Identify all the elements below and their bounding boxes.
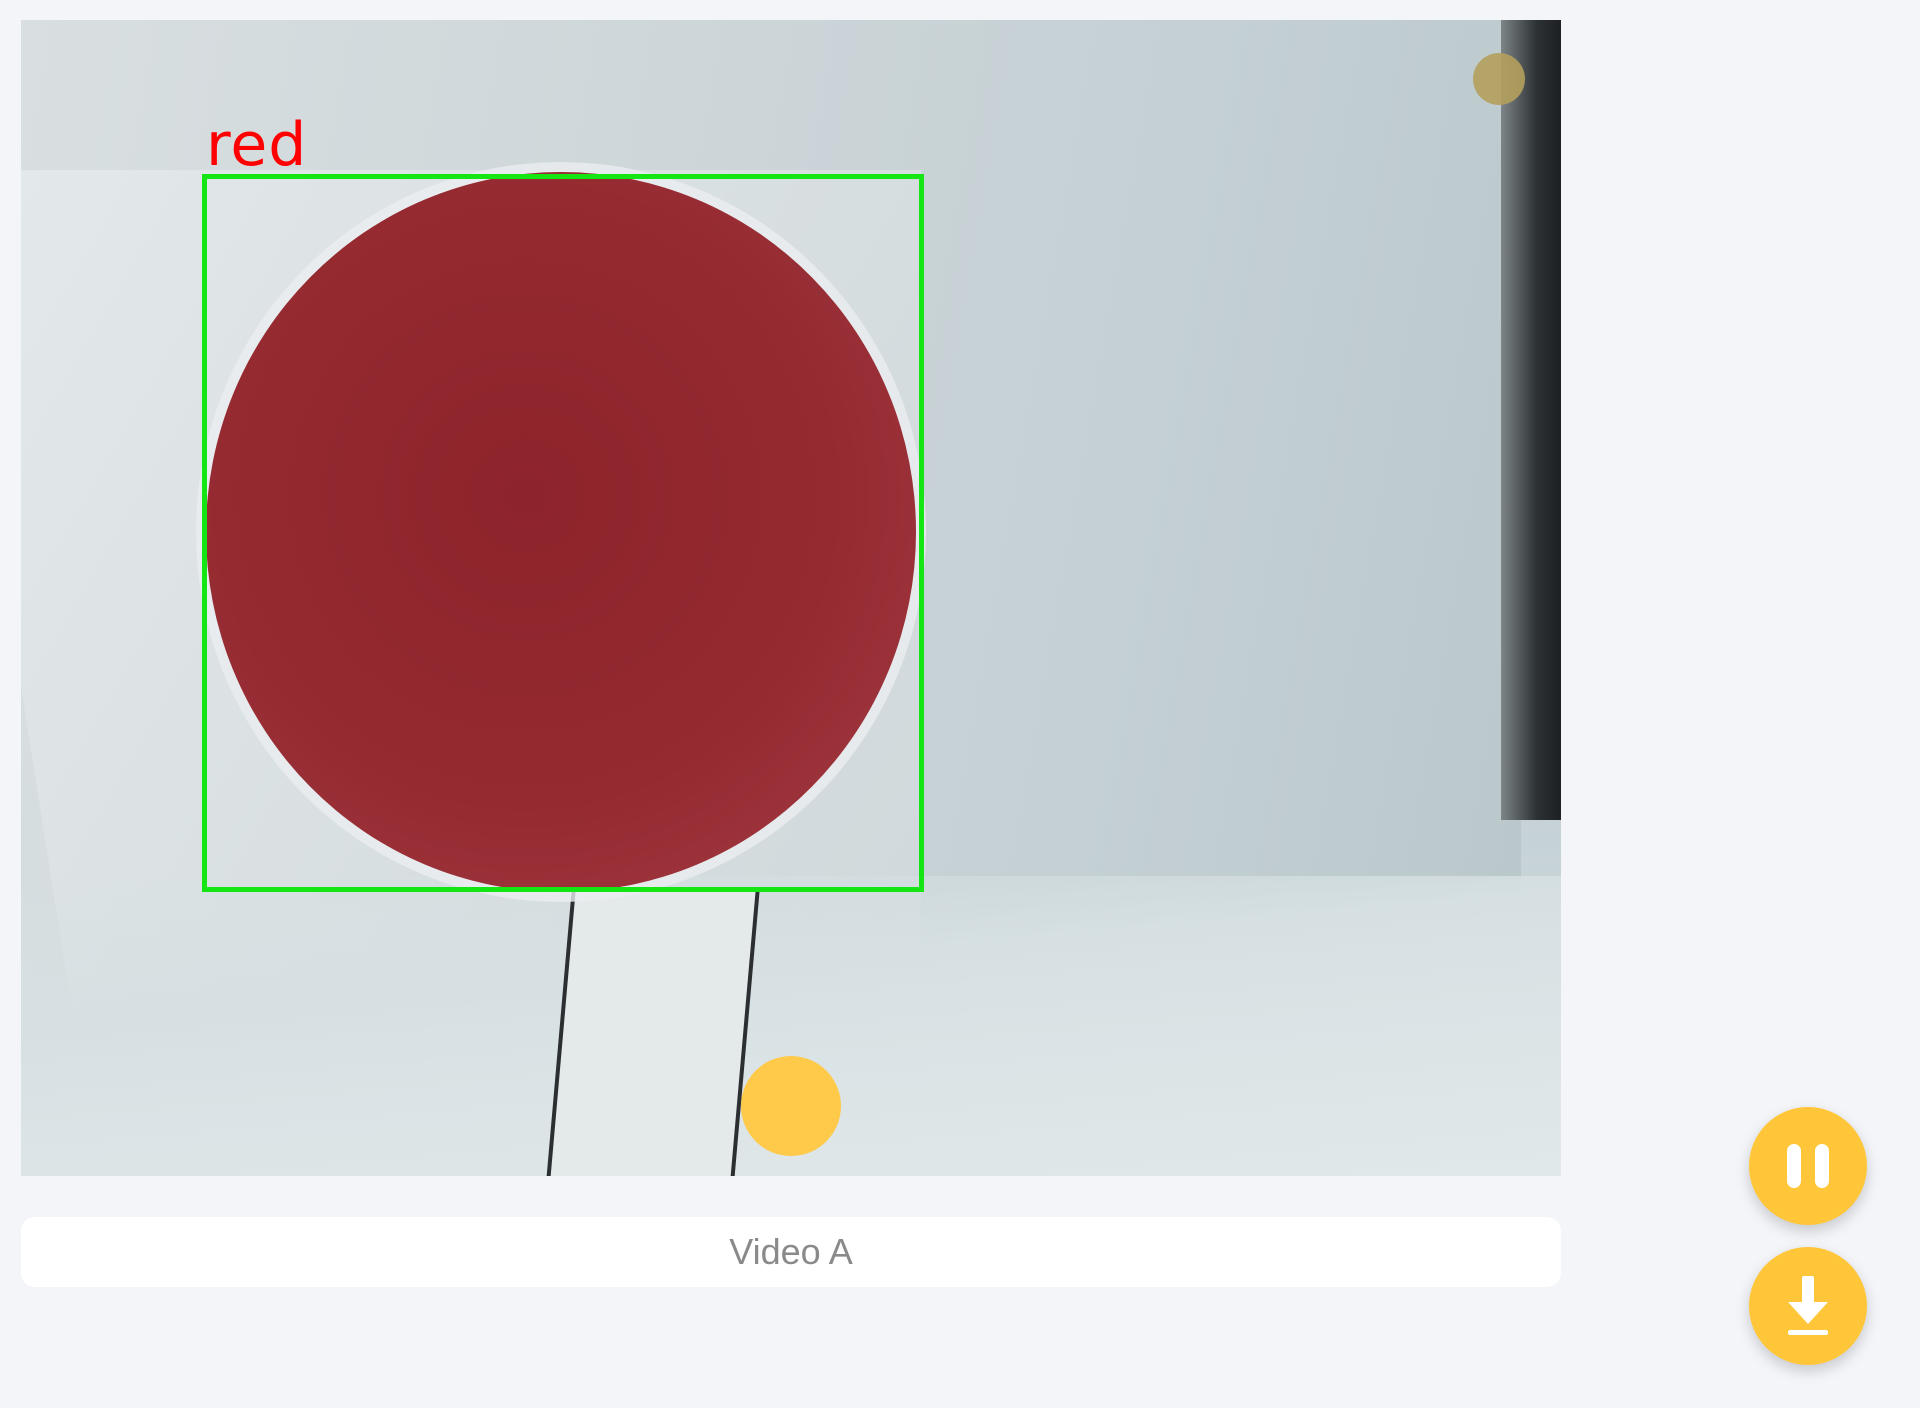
download-button[interactable] (1749, 1247, 1867, 1365)
video-stand (546, 890, 760, 1176)
video-caption: Video A (21, 1217, 1561, 1287)
video-caption-text: Video A (729, 1231, 853, 1272)
video-frame: red (21, 20, 1561, 1176)
download-icon (1786, 1276, 1830, 1336)
pause-icon (1787, 1144, 1829, 1188)
detection-bounding-box (202, 174, 924, 892)
detection-label: red (206, 110, 308, 180)
pause-button[interactable] (1749, 1107, 1867, 1225)
recording-indicator-icon (1473, 53, 1525, 105)
video-scrub-handle[interactable] (741, 1056, 841, 1156)
video-dark-edge (1501, 20, 1561, 820)
